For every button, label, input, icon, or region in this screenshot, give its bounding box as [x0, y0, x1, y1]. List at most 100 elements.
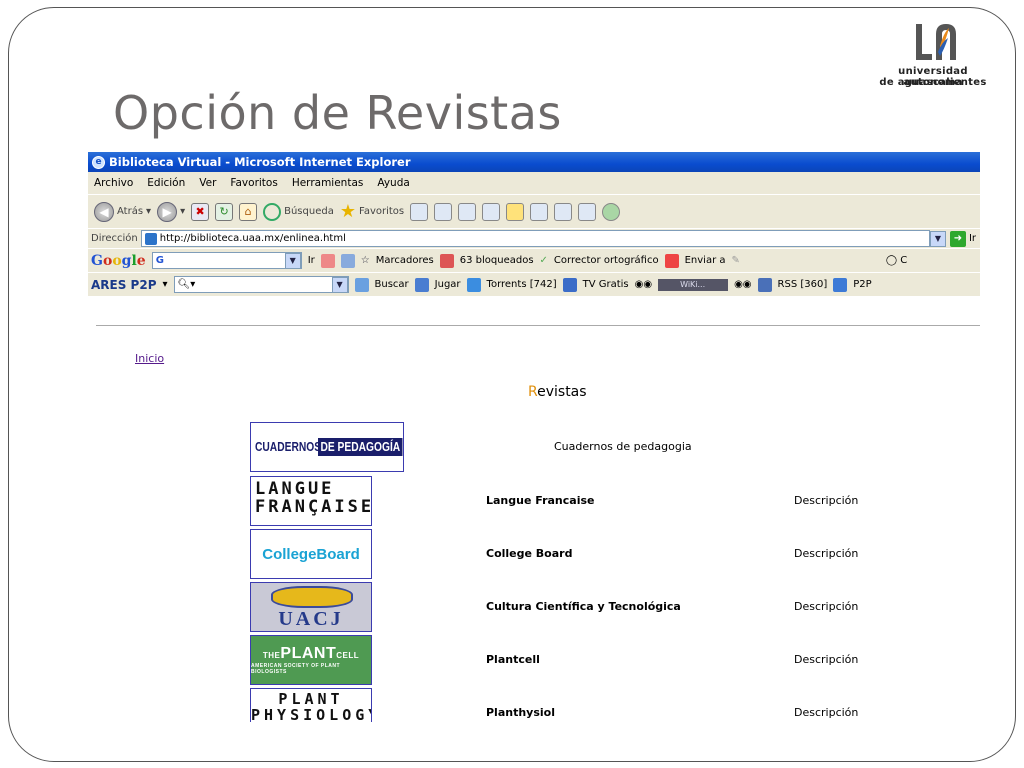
- media-player-bar[interactable]: WiKi...: [658, 278, 729, 291]
- uacj-seal-icon: [271, 586, 353, 608]
- pagerank-icon[interactable]: [340, 253, 355, 268]
- p2p-button[interactable]: P2P: [853, 279, 871, 290]
- journal-description-link[interactable]: Descripción: [794, 494, 858, 507]
- media-prev-icon[interactable]: ◉◉: [635, 279, 652, 290]
- journal-row: UACJ Cultura Científica y Tecnológica De…: [88, 582, 980, 632]
- menu-herramientas[interactable]: Herramientas: [292, 177, 364, 189]
- pencil-icon[interactable]: ✎: [732, 255, 740, 266]
- send-button[interactable]: Enviar a: [685, 255, 726, 266]
- bookmarks-button[interactable]: Marcadores: [376, 255, 434, 266]
- window-titlebar: e Biblioteca Virtual - Microsoft Interne…: [88, 152, 980, 172]
- edit-icon[interactable]: [482, 202, 501, 221]
- logo-line2: de aguascalientes: [879, 77, 987, 88]
- cover-cuadernos-box: DE PEDAGOGÍA: [317, 438, 403, 456]
- cover-cuadernos-word: CUADERNOS: [255, 440, 322, 454]
- ares-logo: ARES P2P: [91, 277, 157, 292]
- go-button[interactable]: ➜ Ir: [949, 230, 976, 247]
- journal-name: College Board: [486, 547, 573, 560]
- cover-plant-pre: THE: [262, 651, 281, 660]
- volume-icon[interactable]: ◉◉: [734, 279, 751, 290]
- google-go-button[interactable]: Ir: [308, 255, 315, 266]
- journal-row: LANGUE FRANÇAISE Langue Francaise Descri…: [88, 476, 980, 526]
- dropdown-arrow-icon: ▾: [146, 206, 152, 217]
- star-outline-icon[interactable]: ☆: [361, 255, 370, 266]
- cover-plant-title: THEPLANTCELL: [263, 645, 359, 663]
- forward-button[interactable]: ▶ ▾: [157, 201, 185, 222]
- print-icon[interactable]: [458, 202, 477, 221]
- back-label: Atrás: [117, 206, 144, 217]
- address-input[interactable]: http://biblioteca.uaa.mx/enlinea.html: [140, 230, 930, 247]
- messenger-icon[interactable]: [602, 202, 621, 221]
- menu-favoritos[interactable]: Favoritos: [230, 177, 277, 189]
- ares-toolbar: ARES P2P ▾ 🔍︎▾ ▼ Buscar Jugar Torrents […: [88, 272, 980, 296]
- favorites-button[interactable]: ★ Favoritos: [340, 201, 404, 222]
- journal-description-link[interactable]: Descripción: [794, 547, 858, 560]
- refresh-icon[interactable]: ↻: [215, 202, 234, 221]
- cover-physio-line2: PHYSIOLOGY: [251, 706, 372, 722]
- cuadernos-cover[interactable]: CUADERNOS DE PEDAGOGÍA: [250, 422, 404, 472]
- menu-ver[interactable]: Ver: [199, 177, 216, 189]
- bookmark-icon[interactable]: [578, 202, 597, 221]
- tv-button[interactable]: TV Gratis: [583, 279, 629, 290]
- tv-icon: [562, 277, 577, 292]
- cover-langue-line2: FRANÇAISE: [255, 497, 372, 517]
- menu-ayuda[interactable]: Ayuda: [377, 177, 409, 189]
- browser-screenshot: e Biblioteca Virtual - Microsoft Interne…: [88, 152, 980, 722]
- go-label: Ir: [968, 233, 976, 244]
- heading-initial: R: [528, 384, 538, 400]
- collegeboard-cover[interactable]: CollegeBoard: [250, 529, 372, 579]
- menu-edicion[interactable]: Edición: [147, 177, 185, 189]
- plantphysiol-cover[interactable]: PLANT PHYSIOLOGY: [250, 688, 372, 722]
- cover-college-text: CollegeBoard: [262, 545, 360, 563]
- ares-dropdown-icon[interactable]: ▾: [162, 279, 167, 290]
- google-dropdown-icon[interactable]: ▼: [284, 252, 301, 269]
- spellcheck-button[interactable]: Corrector ortográfico: [554, 255, 659, 266]
- history-icon[interactable]: [410, 202, 429, 221]
- journal-name: Cultura Científica y Tecnológica: [486, 600, 681, 613]
- journal-description-link[interactable]: Descripción: [794, 600, 858, 613]
- back-button[interactable]: ◀ Atrás ▾: [94, 201, 152, 222]
- send-icon: [664, 253, 679, 268]
- torrents-button[interactable]: Torrents [742]: [487, 279, 557, 290]
- uacj-cover[interactable]: UACJ: [250, 582, 372, 632]
- revistas-heading: Revistas: [528, 384, 587, 400]
- ares-input-dropdown-icon[interactable]: ▼: [331, 276, 348, 293]
- google-g-icon: G: [155, 255, 164, 266]
- google-logo: Google: [91, 252, 146, 269]
- address-dropdown-icon[interactable]: ▼: [929, 230, 946, 247]
- journal-name: Langue Francaise: [486, 494, 595, 507]
- ares-search-button[interactable]: Buscar: [375, 279, 409, 290]
- plantcell-cover[interactable]: THEPLANTCELL AMERICAN SOCIETY OF PLANT B…: [250, 635, 372, 685]
- rss-button[interactable]: RSS [360]: [778, 279, 828, 290]
- search-button[interactable]: Búsqueda: [263, 202, 334, 221]
- settings-circle-icon[interactable]: ◯ C: [886, 255, 907, 266]
- cover-plant-main: PLANT: [280, 645, 337, 662]
- langue-cover[interactable]: LANGUE FRANÇAISE: [250, 476, 372, 526]
- google-options-icon[interactable]: [320, 253, 335, 268]
- journal-row: CollegeBoard College Board Descripción: [88, 529, 980, 579]
- google-toolbar: Google G ▼ Ir ☆ Marcadores 63 bloqueados…: [88, 248, 980, 272]
- heading-rest: evistas: [537, 384, 587, 400]
- journal-row: THEPLANTCELL AMERICAN SOCIETY OF PLANT B…: [88, 635, 980, 685]
- stop-icon[interactable]: ✖: [191, 202, 210, 221]
- google-search-input[interactable]: G ▼: [151, 252, 302, 269]
- popup-blocker-icon: [439, 253, 454, 268]
- home-link[interactable]: Inicio: [135, 352, 164, 365]
- notes-icon[interactable]: [506, 202, 525, 221]
- menu-archivo[interactable]: Archivo: [94, 177, 133, 189]
- journal-description-link[interactable]: Descripción: [794, 653, 858, 666]
- slide-title: Opción de Revistas: [113, 86, 562, 140]
- forward-arrow-icon: ▶: [157, 201, 178, 222]
- journal-description-link[interactable]: Descripción: [794, 706, 858, 719]
- back-arrow-icon: ◀: [94, 201, 114, 222]
- address-label: Dirección: [91, 233, 138, 244]
- mail-icon[interactable]: [434, 202, 453, 221]
- blocked-count[interactable]: 63 bloqueados: [460, 255, 534, 266]
- ares-search-input[interactable]: 🔍︎▾ ▼: [173, 276, 349, 293]
- pc-icon[interactable]: [554, 202, 573, 221]
- research-icon[interactable]: [530, 202, 549, 221]
- play-button[interactable]: Jugar: [435, 279, 461, 290]
- home-icon[interactable]: ⌂: [239, 202, 258, 221]
- university-logo: universidad autonoma de aguascalientes: [868, 20, 998, 92]
- media-label: WiKi...: [680, 279, 706, 289]
